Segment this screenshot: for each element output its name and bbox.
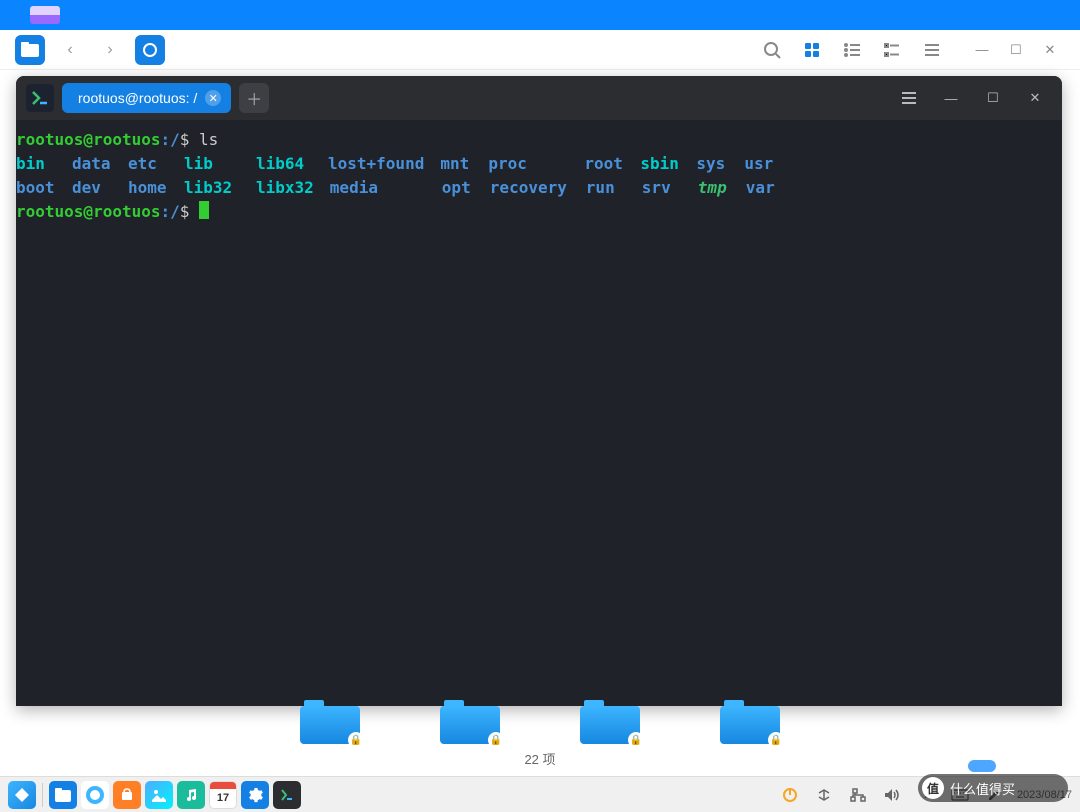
ls-entry: dev <box>72 176 128 200</box>
folder-icon: 🔒 <box>580 706 640 744</box>
ls-entry: opt <box>442 176 490 200</box>
ls-entry: mnt <box>440 152 488 176</box>
fm-maximize-button[interactable]: ☐ <box>1001 35 1031 65</box>
watermark: 值 什么值得买 <box>918 774 1068 802</box>
path-icon[interactable] <box>135 35 165 65</box>
watermark-text: 什么值得买 <box>950 779 1015 798</box>
menu-icon[interactable] <box>917 35 947 65</box>
ls-entry: sys <box>696 152 744 176</box>
ls-entry: data <box>72 152 128 176</box>
lock-icon: 🔒 <box>628 732 644 748</box>
task-gallery-icon[interactable] <box>145 781 173 809</box>
ls-entry: media <box>330 176 442 200</box>
ls-entry: sbin <box>640 152 696 176</box>
scrollbar-thumb[interactable] <box>968 760 996 772</box>
terminal-app-icon <box>26 84 54 112</box>
ls-entry: home <box>128 176 184 200</box>
os-titlebar <box>0 0 1080 30</box>
power-icon[interactable] <box>779 784 801 806</box>
ls-entry: run <box>586 176 642 200</box>
updates-icon[interactable] <box>813 784 835 806</box>
ls-entry: tmp <box>698 176 746 200</box>
ls-entry: libx32 <box>256 176 330 200</box>
ls-entry: var <box>746 176 794 200</box>
task-browser-icon[interactable] <box>81 781 109 809</box>
file-manager-status: 22 项 <box>0 749 1080 768</box>
fm-minimize-button[interactable]: — <box>967 35 997 65</box>
fm-close-button[interactable]: ✕ <box>1035 35 1065 65</box>
taskbar-separator <box>42 783 43 807</box>
watermark-badge: 值 <box>922 777 944 799</box>
task-terminal-icon[interactable] <box>273 781 301 809</box>
task-store-icon[interactable] <box>113 781 141 809</box>
folder-item[interactable]: 🔒 <box>720 706 780 744</box>
forward-button[interactable]: › <box>95 35 125 65</box>
ls-entry: proc <box>488 152 584 176</box>
back-button[interactable]: ‹ <box>55 35 85 65</box>
terminal-window: rootuos@rootuos: / ✕ ＋ — ☐ ✕ rootuos@roo… <box>16 76 1062 706</box>
folder-item[interactable]: 🔒 <box>300 706 360 744</box>
folder-icon: 🔒 <box>300 706 360 744</box>
lock-icon: 🔒 <box>768 732 784 748</box>
file-manager-toolbar: ‹ › — ☐ ✕ <box>0 30 1080 70</box>
ls-entry: lib32 <box>184 176 256 200</box>
folder-item[interactable]: 🔒 <box>580 706 640 744</box>
app-preview-icon <box>30 6 60 24</box>
task-calendar-icon[interactable]: 17 <box>209 781 237 809</box>
search-icon[interactable] <box>757 35 787 65</box>
folder-item[interactable]: 🔒 <box>440 706 500 744</box>
fm-window-controls: — ☐ ✕ <box>967 35 1065 65</box>
ls-entry: root <box>584 152 640 176</box>
ls-entry: bin <box>16 152 72 176</box>
list-view-button[interactable] <box>837 35 867 65</box>
terminal-titlebar: rootuos@rootuos: / ✕ ＋ — ☐ ✕ <box>16 76 1062 120</box>
ls-entry: lost+found <box>328 152 440 176</box>
terminal-minimize-button[interactable]: — <box>934 81 968 115</box>
terminal-body[interactable]: rootuos@rootuos:/$ lsbindataetcliblib64l… <box>16 120 1062 706</box>
terminal-maximize-button[interactable]: ☐ <box>976 81 1010 115</box>
task-settings-icon[interactable] <box>241 781 269 809</box>
taskbar: 17 › 2023/08/17 <box>0 776 1080 812</box>
detail-view-button[interactable] <box>877 35 907 65</box>
ls-entry: lib64 <box>256 152 328 176</box>
ls-entry: usr <box>744 152 792 176</box>
lock-icon: 🔒 <box>348 732 364 748</box>
terminal-tab-close[interactable]: ✕ <box>205 90 221 106</box>
ls-entry: lib <box>184 152 256 176</box>
folder-icon: 🔒 <box>720 706 780 744</box>
task-file-manager-icon[interactable] <box>49 781 77 809</box>
folder-icon: 🔒 <box>440 706 500 744</box>
ls-entry: etc <box>128 152 184 176</box>
terminal-tab[interactable]: rootuos@rootuos: / ✕ <box>62 83 231 113</box>
cursor <box>199 201 209 219</box>
ls-entry: srv <box>642 176 698 200</box>
volume-icon[interactable] <box>881 784 903 806</box>
ls-entry: boot <box>16 176 72 200</box>
terminal-new-tab-button[interactable]: ＋ <box>239 83 269 113</box>
icon-view-button[interactable] <box>797 35 827 65</box>
lock-icon: 🔒 <box>488 732 504 748</box>
ls-entry: recovery <box>490 176 586 200</box>
file-manager-icon[interactable] <box>15 35 45 65</box>
terminal-tab-title: rootuos@rootuos: / <box>78 90 197 106</box>
network-icon[interactable] <box>847 784 869 806</box>
launcher-icon[interactable] <box>8 781 36 809</box>
terminal-close-button[interactable]: ✕ <box>1018 81 1052 115</box>
terminal-menu-icon[interactable] <box>892 81 926 115</box>
task-music-icon[interactable] <box>177 781 205 809</box>
